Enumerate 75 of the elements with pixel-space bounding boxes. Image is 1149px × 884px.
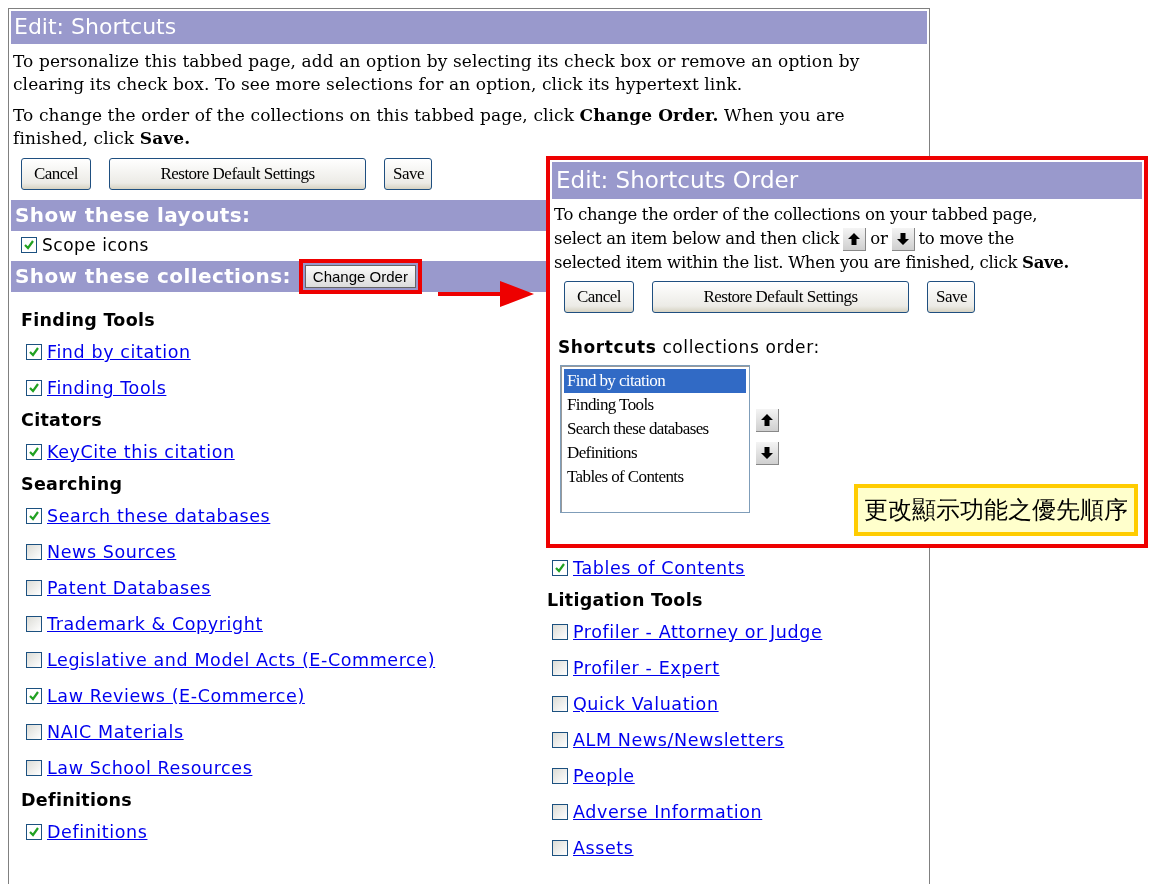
instruction-text: to move the [918,228,1014,250]
move-up-button[interactable] [756,409,779,432]
checkbox[interactable] [21,237,37,253]
window-title: Edit: Shortcuts [11,11,927,44]
group-heading: Definitions [21,789,133,812]
collection-link[interactable]: Law Reviews (E-Commerce) [47,686,305,706]
cancel-button[interactable]: Cancel [564,281,634,313]
list-option[interactable]: Search these databases [564,417,746,441]
checkbox[interactable] [26,380,42,396]
collection-link[interactable]: Trademark & Copyright [47,614,263,634]
callout-note: 更改顯示功能之優先順序 [854,484,1138,536]
instruction-text: selected item within the list. When you are finished, click Save. [554,252,1069,274]
checkbox[interactable] [552,804,568,820]
list-option[interactable]: Tables of Contents [564,465,746,489]
collection-link[interactable]: News Sources [47,542,177,562]
checkbox[interactable] [26,508,42,524]
collection-link[interactable]: Find by citation [47,342,191,362]
move-down-button[interactable] [756,442,779,465]
section-title: Show these collections: [15,263,291,290]
checkbox[interactable] [26,344,42,360]
collection-link[interactable]: Legislative and Model Acts (E-Commerce) [47,650,436,670]
group-heading: Finding Tools [21,309,155,332]
collection-link[interactable]: Quick Valuation [573,694,719,714]
dialog-title: Edit: Shortcuts Order [552,162,1142,199]
checkbox[interactable] [552,624,568,640]
checkbox[interactable] [26,444,42,460]
checkbox[interactable] [552,732,568,748]
checkbox[interactable] [552,660,568,676]
instruction-text: or [870,228,888,250]
restore-defaults-button[interactable]: Restore Default Settings [652,281,909,313]
checkbox[interactable] [26,760,42,776]
collection-link[interactable]: Profiler - Attorney or Judge [573,622,823,642]
group-heading: Searching [21,473,123,496]
group-heading: Citators [21,409,102,432]
restore-defaults-button[interactable]: Restore Default Settings [109,158,366,190]
checkbox[interactable] [26,724,42,740]
checkbox[interactable] [26,616,42,632]
up-arrow-icon [759,412,775,428]
collection-link[interactable]: ALM News/Newsletters [573,730,785,750]
list-label: Shortcuts collections order: [558,337,821,357]
collection-link[interactable]: People [573,766,635,786]
checkbox[interactable] [552,560,568,576]
instruction-text: To change the order of the collections on this tabbed page, click Change Order. When you are finished, click Save. [13,104,846,150]
collection-link[interactable]: Search these databases [47,506,271,526]
save-button[interactable]: Save [927,281,975,313]
down-arrow-icon [759,445,775,461]
list-option[interactable]: Definitions [564,441,746,465]
collection-link[interactable]: NAIC Materials [47,722,184,742]
checkbox[interactable] [26,688,42,704]
option-label: Scope icons [42,235,149,255]
collection-link[interactable]: KeyCite this citation [47,442,235,462]
checkbox[interactable] [26,824,42,840]
list-option[interactable]: Finding Tools [564,393,746,417]
collection-link[interactable]: Law School Resources [47,758,253,778]
collection-link[interactable]: Tables of Contents [573,558,745,578]
checkbox[interactable] [26,544,42,560]
checkbox[interactable] [552,768,568,784]
checkbox[interactable] [552,696,568,712]
collection-link[interactable]: Definitions [47,822,148,842]
collection-link[interactable]: Patent Databases [47,578,211,598]
collection-link[interactable]: Finding Tools [47,378,167,398]
instruction-text: To personalize this tabbed page, add an option by selecting its check box or remove an option by clearing its check box. To see more selections for an option, click its hypertext link. [13,50,861,96]
save-button[interactable]: Save [384,158,432,190]
instruction-text: select an item below and then click [554,228,840,250]
list-option[interactable]: Find by citation [564,369,746,393]
checkbox[interactable] [26,580,42,596]
change-order-button[interactable]: Change Order [304,265,416,288]
collection-link[interactable]: Profiler - Expert [573,658,720,678]
group-heading: Litigation Tools [547,589,703,612]
cancel-button[interactable]: Cancel [21,158,91,190]
collection-link[interactable]: Assets [573,838,634,858]
collection-link[interactable]: Adverse Information [573,802,763,822]
checkbox[interactable] [26,652,42,668]
order-listbox[interactable]: Find by citation Finding Tools Search these databases Definitions Tables of Contents [560,365,750,513]
checkbox[interactable] [552,840,568,856]
